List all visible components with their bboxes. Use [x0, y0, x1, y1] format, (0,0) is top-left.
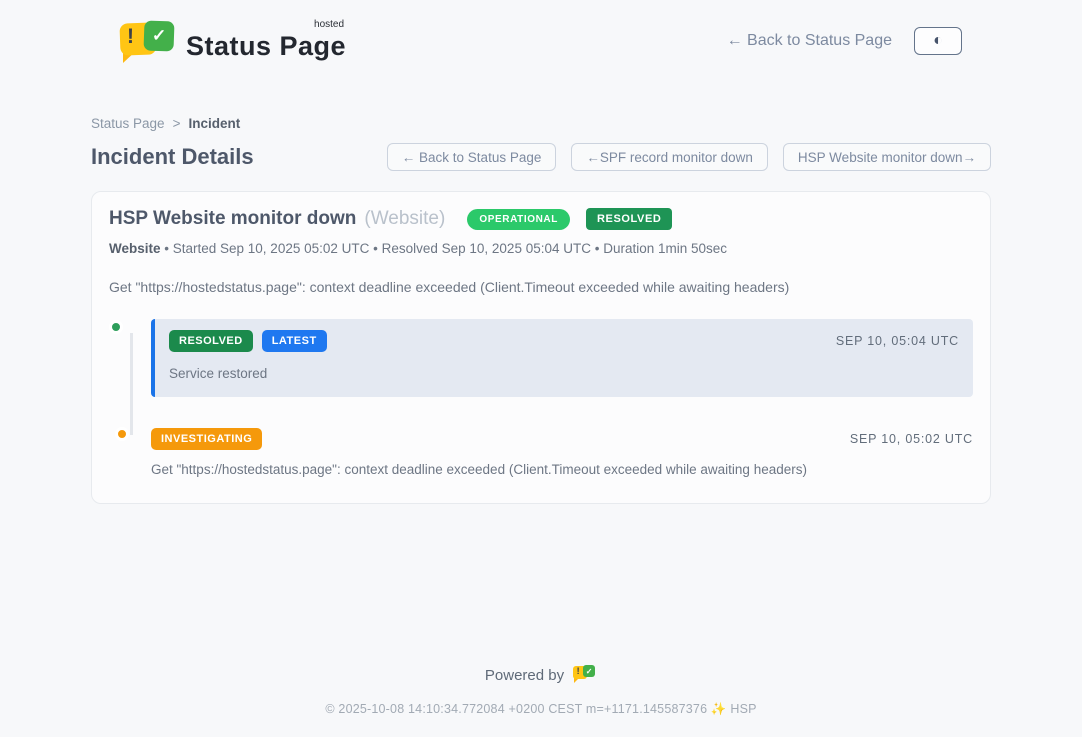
- brand-superscript: hosted: [314, 19, 344, 30]
- breadcrumb-separator: >: [173, 116, 181, 131]
- incident-description: Get "https://hostedstatus.page": context…: [109, 279, 973, 295]
- timeline-entry-header: RESOLVED LATEST SEP 10, 05:04 UTC: [169, 330, 959, 352]
- header-back-to-status-page-link[interactable]: ← Back to Status Page: [727, 32, 892, 50]
- page-title: Incident Details: [91, 144, 254, 170]
- status-page-logo-icon: ! ✓: [118, 19, 176, 63]
- powered-by-label: Powered by: [485, 667, 564, 684]
- incident-meta-component: Website: [109, 241, 161, 256]
- breadcrumb-current: Incident: [188, 116, 240, 131]
- breadcrumb: Status Page > Incident: [91, 116, 991, 131]
- incident-timeline: RESOLVED LATEST SEP 10, 05:04 UTC Servic…: [109, 319, 973, 477]
- copyright-line: © 2025-10-08 14:10:34.772084 +0200 CEST …: [0, 702, 1082, 717]
- incident-meta: Website • Started Sep 10, 2025 05:02 UTC…: [109, 241, 973, 256]
- timeline-entry-investigating: INVESTIGATING SEP 10, 05:02 UTC Get "htt…: [151, 428, 973, 477]
- incident-component: (Website): [364, 208, 445, 230]
- back-to-status-page-button[interactable]: ← Back to Status Page: [387, 143, 557, 171]
- main-content: Status Page > Incident Incident Details …: [91, 66, 991, 504]
- hsp-mini-logo-icon[interactable]: ! ✓: [573, 665, 597, 686]
- header-actions: ← Back to Status Page ◐: [727, 27, 962, 55]
- theme-toggle-button[interactable]: ◐: [914, 27, 962, 55]
- incident-nav-buttons: ← Back to Status Page ←SPF record monito…: [387, 143, 991, 171]
- timeline-dot-investigating: [115, 427, 129, 441]
- resolved-state-badge: RESOLVED: [586, 208, 673, 230]
- timeline-resolved-badge: RESOLVED: [169, 330, 253, 352]
- incident-title: HSP Website monitor down: [109, 208, 356, 230]
- logo-check-square: ✓: [143, 20, 174, 51]
- app-logo[interactable]: ! ✓ hosted Status Page: [118, 19, 346, 63]
- brand-wordmark: hosted Status Page: [186, 19, 346, 62]
- mini-logo-exclamation-glyph: !: [577, 667, 580, 676]
- breadcrumb-root[interactable]: Status Page: [91, 116, 165, 131]
- header: ! ✓ hosted Status Page ← Back to Status …: [0, 0, 1082, 66]
- timeline-entry-latest: RESOLVED LATEST SEP 10, 05:04 UTC Servic…: [151, 319, 973, 397]
- brand-name: Status Page: [186, 31, 346, 61]
- timeline-latest-badge: LATEST: [262, 330, 327, 352]
- incident-meta-details: • Started Sep 10, 2025 05:02 UTC • Resol…: [161, 241, 728, 256]
- timeline-investigating-badge: INVESTIGATING: [151, 428, 262, 450]
- incident-card: HSP Website monitor down (Website) OPERA…: [91, 191, 991, 504]
- timeline-message: Service restored: [169, 366, 959, 381]
- timeline-dot-resolved: [109, 320, 123, 334]
- powered-by-row: Powered by ! ✓: [0, 665, 1082, 686]
- logo-exclamation-glyph: !: [127, 26, 134, 47]
- incident-title-row: HSP Website monitor down (Website) OPERA…: [109, 208, 973, 230]
- timeline-connector-line: [130, 333, 133, 435]
- mini-logo-check-square: ✓: [583, 665, 595, 677]
- previous-incident-button[interactable]: ←SPF record monitor down: [571, 143, 768, 171]
- timeline-timestamp: SEP 10, 05:02 UTC: [850, 432, 973, 446]
- next-incident-button[interactable]: HSP Website monitor down→: [783, 143, 991, 171]
- title-row: Incident Details ← Back to Status Page ←…: [91, 143, 991, 171]
- half-circle-theme-icon: ◐: [933, 33, 943, 49]
- operational-status-badge: OPERATIONAL: [467, 209, 570, 230]
- timeline-timestamp: SEP 10, 05:04 UTC: [836, 334, 959, 348]
- footer: Powered by ! ✓ © 2025-10-08 14:10:34.772…: [0, 665, 1082, 737]
- timeline-entry-header: INVESTIGATING SEP 10, 05:02 UTC: [151, 428, 973, 450]
- timeline-message: Get "https://hostedstatus.page": context…: [151, 462, 973, 477]
